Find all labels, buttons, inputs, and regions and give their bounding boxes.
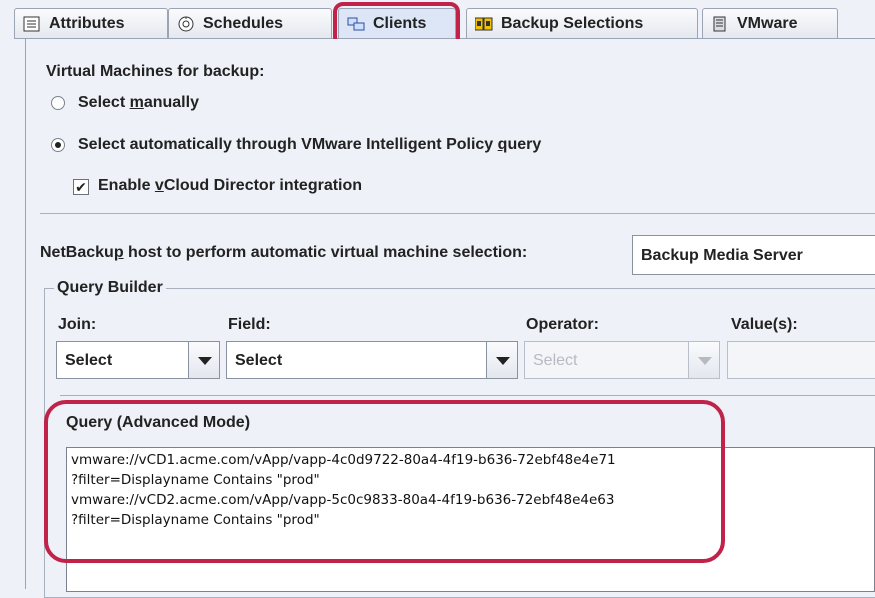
- chevron-down-icon[interactable]: [486, 342, 517, 378]
- operator-label: Operator:: [526, 316, 599, 333]
- tab-label: VMware: [737, 14, 798, 32]
- advanced-query-highlight: [44, 400, 725, 563]
- join-select[interactable]: Select: [56, 341, 220, 379]
- tab-attributes[interactable]: Attributes: [14, 8, 168, 38]
- vmware-icon: [711, 16, 729, 32]
- values-input: [727, 341, 875, 379]
- tab-schedules[interactable]: Schedules: [168, 8, 332, 38]
- vcloud-director-label[interactable]: Enable vCloud Director integration: [98, 177, 362, 195]
- field-value: Select: [235, 352, 283, 369]
- builder-separator: [60, 395, 875, 396]
- tab-vmware[interactable]: VMware: [702, 8, 838, 38]
- tab-label: Backup Selections: [501, 14, 644, 32]
- host-combobox[interactable]: Backup Media Server: [632, 235, 875, 275]
- chevron-down-icon: [688, 342, 719, 378]
- select-automatically-radio[interactable]: [51, 138, 65, 152]
- field-select[interactable]: Select: [226, 341, 518, 379]
- tab-label: Schedules: [203, 14, 284, 32]
- values-label: Value(s):: [731, 316, 798, 333]
- operator-select: Select: [524, 341, 720, 379]
- host-label: NetBackup host to perform automatic virt…: [40, 244, 528, 261]
- vcloud-director-checkbox[interactable]: ✔: [73, 179, 89, 195]
- operator-value: Select: [533, 352, 578, 369]
- field-label: Field:: [228, 316, 271, 333]
- chevron-down-icon[interactable]: [188, 342, 219, 378]
- schedules-icon: [177, 16, 195, 32]
- join-value: Select: [65, 352, 113, 369]
- tab-backup-selections[interactable]: Backup Selections: [466, 8, 698, 38]
- vm-section-title: Virtual Machines for backup:: [46, 63, 265, 80]
- select-manually-label[interactable]: Select manually: [78, 94, 199, 112]
- select-automatically-label[interactable]: Select automatically through VMware Inte…: [78, 136, 541, 154]
- tab-label: Attributes: [49, 14, 125, 32]
- join-label: Join:: [58, 316, 97, 333]
- select-manually-radio[interactable]: [51, 96, 65, 110]
- backup-selections-icon: [474, 16, 493, 32]
- query-builder-title: Query Builder: [54, 279, 166, 297]
- section-separator: [40, 213, 875, 214]
- attributes-icon: [23, 16, 41, 32]
- host-value: Backup Media Server: [641, 247, 803, 264]
